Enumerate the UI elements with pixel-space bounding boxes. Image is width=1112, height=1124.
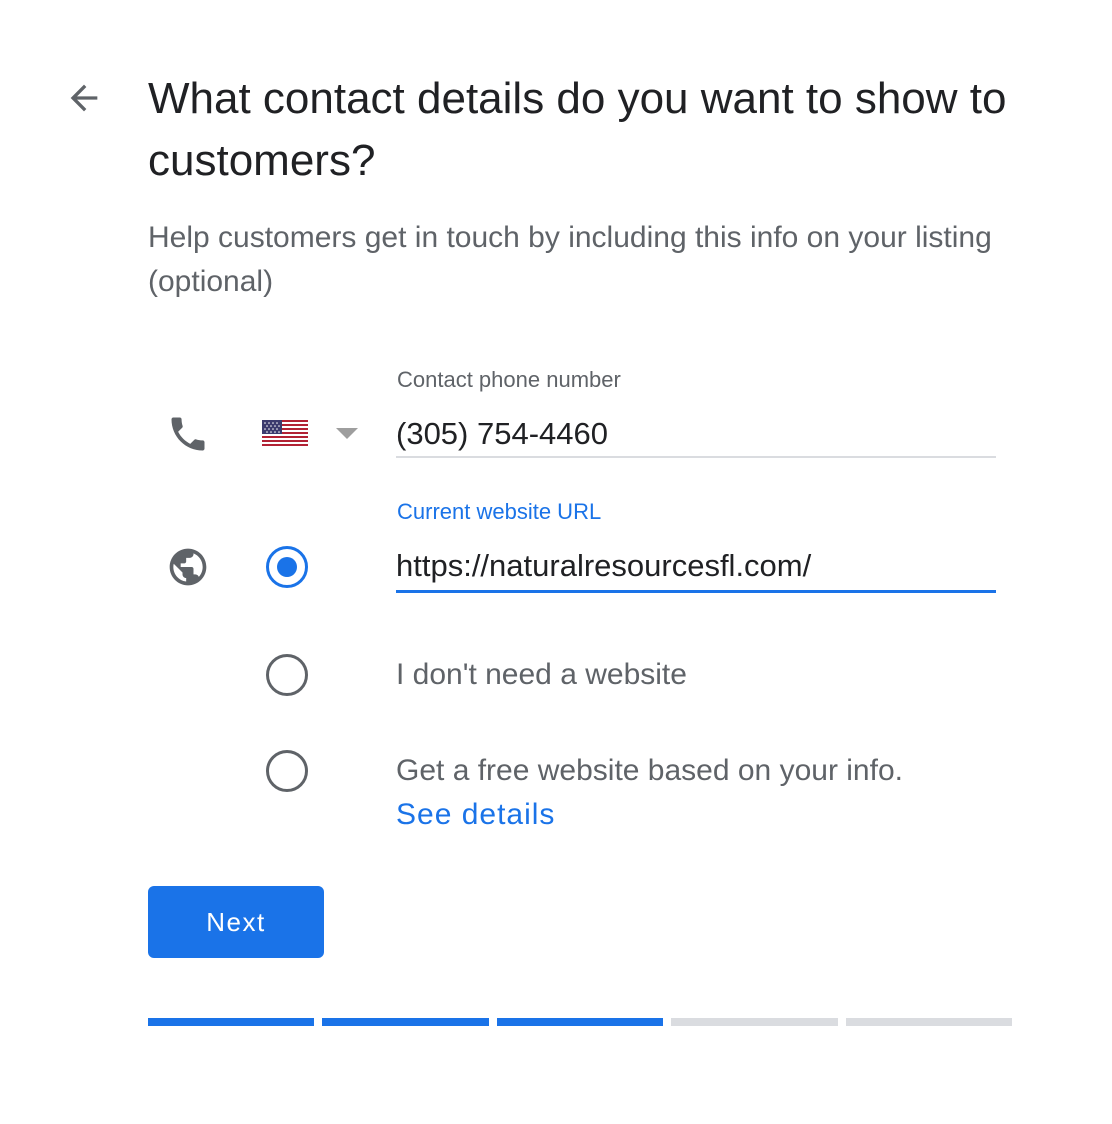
radio-current-website[interactable] xyxy=(266,546,308,588)
phone-input[interactable] xyxy=(396,412,996,458)
radio-free-website[interactable] xyxy=(266,750,308,792)
progress-segment xyxy=(148,1018,315,1026)
see-details-link[interactable]: See details xyxy=(396,793,555,837)
website-url-label: Current website URL xyxy=(397,499,602,524)
progress-segment xyxy=(322,1018,489,1026)
chevron-down-icon xyxy=(336,427,358,439)
globe-icon xyxy=(164,543,212,591)
next-button[interactable]: Next xyxy=(148,886,324,958)
progress-bar xyxy=(148,1018,1013,1026)
country-code-select[interactable] xyxy=(262,410,372,456)
progress-segment xyxy=(496,1018,664,1026)
free-website-label: Get a free website based on your info. xyxy=(396,754,903,787)
us-flag-icon xyxy=(262,420,308,446)
page-title: What contact details do you want to show… xyxy=(148,74,1007,185)
no-website-label: I don't need a website xyxy=(396,658,687,691)
page-subtitle: Help customers get in touch by including… xyxy=(148,221,992,298)
website-url-input[interactable] xyxy=(396,542,996,593)
radio-no-website[interactable] xyxy=(266,654,308,696)
phone-icon xyxy=(164,410,212,458)
progress-segment xyxy=(845,1018,1013,1026)
progress-segment xyxy=(671,1018,838,1026)
arrow-back-icon xyxy=(70,84,98,112)
back-button[interactable] xyxy=(62,76,106,120)
phone-label: Contact phone number xyxy=(397,367,621,392)
